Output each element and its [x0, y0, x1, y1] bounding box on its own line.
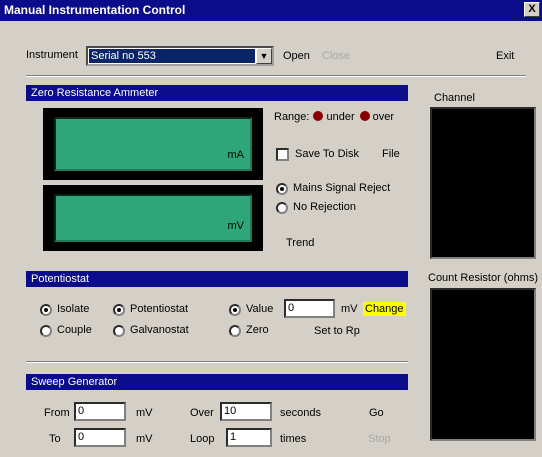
over-led-icon — [359, 111, 370, 121]
loop-unit-label: times — [280, 433, 307, 445]
isolate-label: Isolate — [57, 303, 90, 315]
potentiostat-header: Potentiostat — [26, 271, 408, 287]
channel-label: Channel — [434, 92, 475, 104]
zero-label: Zero — [246, 324, 269, 336]
channel-display — [430, 107, 536, 259]
mv-meter-display: mV — [54, 194, 252, 242]
potentiostat-label: Potentiostat — [130, 303, 189, 315]
loop-label: Loop — [190, 433, 215, 445]
under-led-icon — [313, 111, 324, 121]
over-label: over — [372, 111, 395, 123]
zra-header-title: Zero Resistance Ammeter — [31, 87, 159, 99]
over-label: Over — [190, 407, 214, 419]
go-button[interactable]: Go — [369, 407, 384, 419]
count-resistor-display — [430, 288, 536, 441]
save-to-disk-checkbox[interactable] — [276, 148, 289, 161]
value-radio[interactable] — [229, 304, 241, 316]
mains-reject-radio[interactable] — [276, 183, 288, 195]
stop-button[interactable]: Stop — [368, 433, 391, 445]
title-bar: Manual Instrumentation Control — [0, 0, 542, 21]
potentiostat-header-title: Potentiostat — [31, 273, 90, 285]
to-input[interactable]: 0 — [74, 428, 126, 447]
under-label: under — [326, 111, 355, 123]
value-label: Value — [246, 303, 274, 315]
couple-radio[interactable] — [40, 325, 52, 337]
ma-meter-display: mA — [54, 117, 252, 171]
sweep-header-title: Sweep Generator — [31, 376, 118, 388]
from-unit-label: mV — [136, 407, 153, 419]
mv-meter: mV — [43, 185, 263, 251]
range-label: Range: — [274, 111, 310, 123]
value-unit-label: mV — [341, 303, 358, 315]
change-button[interactable]: Change — [363, 302, 406, 316]
no-rejection-radio[interactable] — [276, 202, 288, 214]
to-unit-label: mV — [136, 433, 153, 445]
open-button[interactable]: Open — [283, 50, 310, 62]
count-resistor-label: Count Resistor (ohms) — [428, 272, 539, 284]
zra-header: Zero Resistance Ammeter — [26, 85, 408, 101]
close-window-button[interactable]: X — [524, 2, 540, 17]
loop-input[interactable]: 1 — [226, 428, 272, 447]
over-unit-label: seconds — [280, 407, 321, 419]
instrument-select[interactable]: Serial no 553 ▼ — [86, 46, 274, 66]
trend-button[interactable]: Trend — [286, 237, 314, 249]
potentiostat-radio[interactable] — [113, 304, 125, 316]
save-to-disk-label: Save To Disk — [295, 148, 359, 160]
mains-reject-label: Mains Signal Reject — [293, 182, 391, 194]
ma-meter: mA — [43, 108, 263, 180]
mv-unit-label: mV — [227, 220, 245, 232]
isolate-radio[interactable] — [40, 304, 52, 316]
instrument-select-value: Serial no 553 — [89, 49, 255, 63]
divider — [26, 75, 526, 77]
zero-radio[interactable] — [229, 325, 241, 337]
from-label: From — [44, 407, 70, 419]
value-input[interactable]: 0 — [284, 299, 335, 318]
to-label: To — [49, 433, 61, 445]
sweep-header: Sweep Generator — [26, 374, 408, 390]
range-indicator: Range: under over — [274, 111, 394, 123]
ma-unit-label: mA — [227, 149, 245, 161]
no-rejection-label: No Rejection — [293, 201, 356, 213]
from-input[interactable]: 0 — [74, 402, 126, 421]
divider — [26, 361, 408, 363]
over-input[interactable]: 10 — [220, 402, 272, 421]
file-button[interactable]: File — [382, 148, 400, 160]
chevron-down-icon[interactable]: ▼ — [256, 48, 272, 64]
window-title: Manual Instrumentation Control — [4, 3, 186, 17]
couple-label: Couple — [57, 324, 92, 336]
close-button[interactable]: Close — [322, 50, 350, 62]
galvanostat-label: Galvanostat — [130, 324, 189, 336]
set-to-rp-button[interactable]: Set to Rp — [314, 325, 360, 337]
exit-button[interactable]: Exit — [496, 50, 514, 62]
galvanostat-radio[interactable] — [113, 325, 125, 337]
instrument-label: Instrument — [26, 49, 78, 61]
